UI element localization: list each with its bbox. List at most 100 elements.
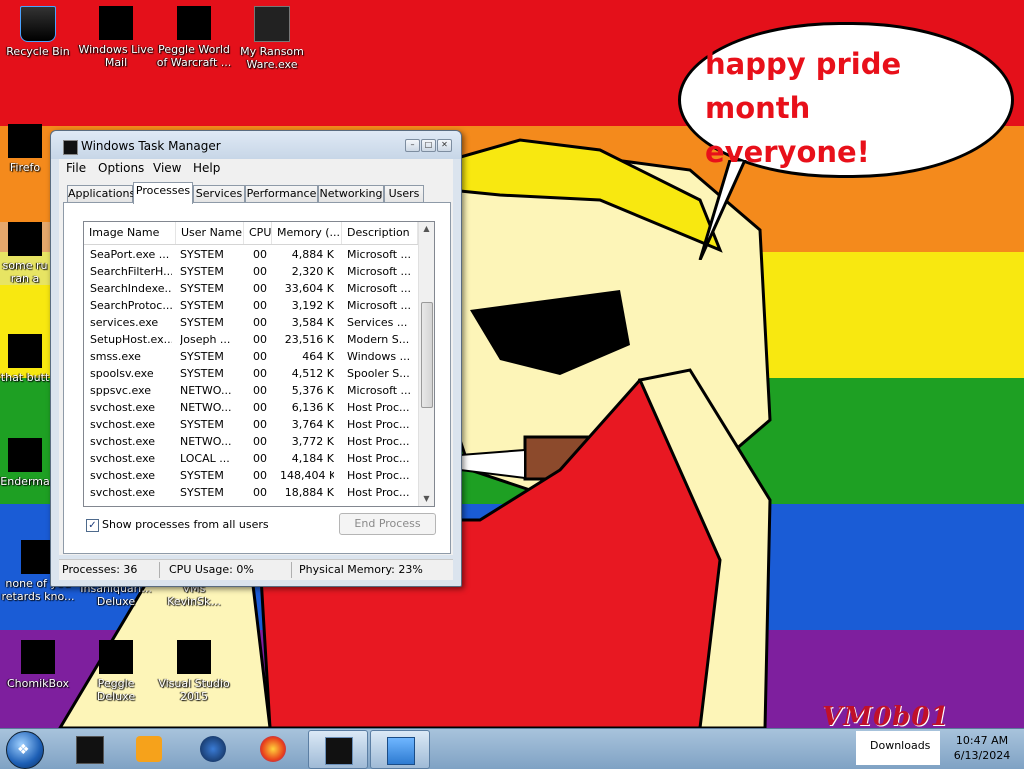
desktop-icon-label: Recycle Bin [6,45,70,58]
tab-services[interactable]: Services [193,185,245,203]
clock[interactable]: 10:47 AM 6/13/2024 [944,733,1020,763]
desktop-icon-enderman[interactable]: Enderma [0,438,50,488]
process-row[interactable]: services.exe SYSTEM 00 3,584 K Services ... [84,314,418,331]
close-button[interactable]: ✕ [437,139,452,152]
process-user-name: SYSTEM [180,418,224,431]
process-row[interactable]: svchost.exe SYSTEM 00 148,404 K Host Proc... [84,467,418,484]
process-cpu: 00 [253,435,267,448]
process-memory: 4,884 K [291,248,334,261]
menu-view[interactable]: View [153,161,181,175]
scrollbar-thumb[interactable] [421,302,433,408]
start-button[interactable]: ❖ [6,731,44,769]
tab-processes[interactable]: Processes [133,182,193,204]
taskbar-button-media-player[interactable] [120,730,178,767]
taskbar-button-globe[interactable] [184,730,242,767]
desktop-icon-label: My Ransom Ware.exe [240,45,304,71]
process-cpu: 00 [253,401,267,414]
menu-help[interactable]: Help [193,161,220,175]
desktop-icon-label: some ru ran a [2,259,48,285]
column-user-name[interactable]: User Name [176,222,244,244]
process-row[interactable]: svchost.exe NETWO... 00 3,772 K Host Proc... [84,433,418,450]
process-row[interactable]: svchost.exe SYSTEM 00 18,884 K Host Proc... [84,484,418,501]
menu-file[interactable]: File [66,161,86,175]
process-memory: 5,376 K [291,384,334,397]
process-user-name: SYSTEM [180,316,224,329]
process-description: Host Proc... [347,435,410,448]
scroll-down-arrow-icon[interactable]: ▼ [419,492,434,506]
end-process-button[interactable]: End Process [339,513,436,535]
process-list[interactable]: Image Name User Name CPU Memory (... Des… [83,221,435,507]
process-row[interactable]: SearchIndexe... SYSTEM 00 33,604 K Microsoft… [84,280,418,297]
process-description: Host Proc... [347,401,410,414]
peggle-icon [177,6,211,40]
process-description: Host Proc... [347,452,410,465]
process-row[interactable]: SeaPort.exe ... SYSTEM 00 4,884 K Microsoft … [84,246,418,263]
task-manager-app-icon [63,140,78,155]
desktop-icon-visual-studio[interactable]: Visual Studio 2015 [156,640,232,703]
process-row[interactable]: smss.exe SYSTEM 00 464 K Windows ... [84,348,418,365]
process-row[interactable]: svchost.exe NETWO... 00 6,136 K Host Proc... [84,399,418,416]
process-memory: 2,320 K [291,265,334,278]
column-cpu[interactable]: CPU [244,222,272,244]
process-row[interactable]: spoolsv.exe SYSTEM 00 4,512 K Spooler S... [84,365,418,382]
task-manager-titlebar[interactable]: Windows Task Manager – □ ✕ [51,131,461,159]
desktop-icon-firefox[interactable]: Firefo [0,124,50,174]
taskbar-button-app[interactable] [60,730,118,767]
process-cpu: 00 [253,265,267,278]
process-image-name: SearchProtoc... [90,299,172,312]
notification-area[interactable]: Downloads [856,731,940,765]
process-user-name: SYSTEM [180,486,224,499]
process-image-name: services.exe [90,316,159,329]
show-all-processes-checkbox[interactable]: ✓ [86,519,99,532]
process-user-name: SYSTEM [180,282,224,295]
desktop-icon-peggle-deluxe[interactable]: Peggle Deluxe [78,640,154,703]
process-image-name: SeaPort.exe ... [90,248,170,261]
tab-users[interactable]: Users [384,185,424,203]
process-cpu: 00 [253,248,267,261]
taskbar-button-explorer[interactable] [370,730,430,769]
process-row[interactable]: svchost.exe LOCAL ... 00 4,184 K Host Proc..… [84,450,418,467]
minimize-button[interactable]: – [405,139,420,152]
scroll-up-arrow-icon[interactable]: ▲ [419,222,434,236]
process-row[interactable]: SetupHost.ex... Joseph ... 00 23,516 K Moder… [84,331,418,348]
tray-expand-icon[interactable] [842,735,852,763]
process-description: Host Proc... [347,469,410,482]
task-manager-icon [325,737,353,765]
tab-applications[interactable]: Applications [67,185,135,203]
process-row[interactable]: sppsvc.exe NETWO... 00 5,376 K Microsoft ... [84,382,418,399]
desktop-icon-recycle-bin[interactable]: Recycle Bin [0,6,76,58]
menu-bar: File Options View Help [59,159,453,177]
process-row[interactable]: svchost.exe SYSTEM 00 3,764 K Host Proc... [84,416,418,433]
desktop-icon-that-butt[interactable]: that butt [0,334,50,384]
column-description[interactable]: Description [342,222,418,244]
process-memory: 18,884 K [284,486,334,499]
speech-bubble-text: happy pride month everyone! [705,47,902,169]
tab-networking[interactable]: Networking [318,185,384,203]
desktop-icon-chomikbox[interactable]: ChomikBox [0,640,76,690]
process-description: Spooler S... [347,367,410,380]
desktop-icon-some-ru[interactable]: some ru ran a [0,222,50,285]
taskbar-button-task-manager[interactable] [308,730,368,769]
process-list-scrollbar[interactable]: ▲ ▼ [418,222,434,506]
process-image-name: svchost.exe [90,452,156,465]
maximize-button[interactable]: □ [421,139,436,152]
process-cpu: 00 [253,316,267,329]
taskbar-button-firefox[interactable] [244,730,302,767]
process-memory: 4,184 K [291,452,334,465]
desktop-icon-peggle-wow[interactable]: Peggle World of Warcraft ... [156,6,232,69]
desktop-icon-windows-live-mail[interactable]: Windows Live Mail [78,6,154,69]
desktop-icon-label: Peggle World of Warcraft ... [156,43,232,69]
column-image-name[interactable]: Image Name [84,222,176,244]
process-row[interactable]: SearchProtoc... SYSTEM 00 3,192 K Microsoft … [84,297,418,314]
tab-performance[interactable]: Performance [245,185,318,203]
column-memory[interactable]: Memory (... [272,222,342,244]
console-icon [254,6,290,42]
globe-icon [200,736,226,762]
desktop-icon-label: Peggle Deluxe [96,677,136,703]
desktop-icon-label: ChomikBox [7,677,69,690]
window-title: Windows Task Manager [81,139,221,153]
menu-options[interactable]: Options [98,161,144,175]
desktop-icon-my-ransom-ware[interactable]: My Ransom Ware.exe [234,6,310,71]
process-cpu: 00 [253,367,267,380]
process-row[interactable]: SearchFilterH... SYSTEM 00 2,320 K Microsoft… [84,263,418,280]
